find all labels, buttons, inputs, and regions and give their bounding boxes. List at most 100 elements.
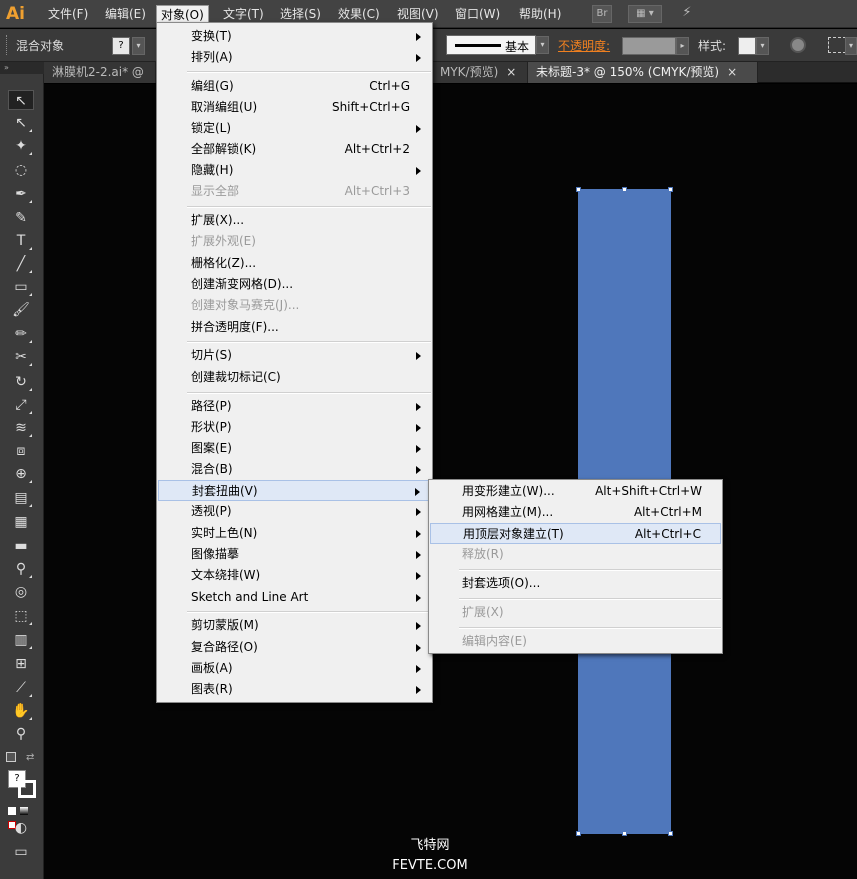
menu-object[interactable]: 对象(O)	[156, 5, 209, 23]
free-transform-tool-icon[interactable]: ⧈	[8, 441, 34, 461]
menu-item-shape[interactable]: 形状(P)	[158, 417, 431, 438]
gpu-performance-icon[interactable]: ⚡	[676, 5, 698, 23]
selection-handle[interactable]	[622, 831, 627, 836]
direct-selection-tool-icon[interactable]: ↖	[8, 113, 34, 133]
menu-item-transform[interactable]: 变换(T)	[158, 26, 431, 47]
menu-file[interactable]: 文件(F)	[44, 5, 92, 23]
recolor-artwork-icon[interactable]	[790, 37, 806, 53]
line-tool-icon[interactable]: ╱	[8, 254, 34, 274]
perspective-grid-tool-icon[interactable]: ▤	[8, 488, 34, 508]
selection-handle[interactable]	[576, 831, 581, 836]
menu-item-image-trace[interactable]: 图像描摹	[158, 544, 431, 565]
pencil-tool-icon[interactable]: ✏	[8, 324, 34, 344]
style-swatch[interactable]	[738, 37, 756, 55]
menu-type[interactable]: 文字(T)	[219, 5, 268, 23]
menu-item-envelope-distort[interactable]: 封套扭曲(V)	[158, 480, 431, 501]
rectangle-tool-icon[interactable]: ▭	[8, 277, 34, 297]
arrange-documents-icon[interactable]: ▦ ▾	[628, 5, 662, 23]
gradient-tool-icon[interactable]: ▬	[8, 536, 34, 556]
menu-select[interactable]: 选择(S)	[276, 5, 325, 23]
tab-document-1[interactable]: 淋膜机2-2.ai* @	[44, 62, 156, 83]
close-icon[interactable]: ×	[727, 65, 737, 79]
fill-dropdown-icon[interactable]: ▾	[132, 37, 145, 55]
style-dropdown-icon[interactable]: ▾	[756, 37, 769, 55]
menu-item-arrange[interactable]: 排列(A)	[158, 47, 431, 68]
menu-item-hide[interactable]: 隐藏(H)	[158, 160, 431, 181]
menu-view[interactable]: 视图(V)	[393, 5, 443, 23]
curvature-tool-icon[interactable]: ✎	[8, 208, 34, 228]
selection-handle[interactable]	[576, 187, 581, 192]
slice-tool-icon[interactable]: ⟋	[8, 678, 34, 698]
screen-mode-icon[interactable]: ▭	[8, 842, 34, 862]
menu-window[interactable]: 窗口(W)	[451, 5, 504, 23]
menu-item-ungroup[interactable]: 取消编组(U) Shift+Ctrl+G	[158, 97, 431, 118]
menu-item-live-paint[interactable]: 实时上色(N)	[158, 523, 431, 544]
stroke-profile-select[interactable]: 基本	[446, 35, 536, 55]
color-mode-icon[interactable]	[8, 807, 16, 815]
menu-item-path[interactable]: 路径(P)	[158, 396, 431, 417]
menu-help[interactable]: 帮助(H)	[515, 5, 565, 23]
menu-item-envelope-options[interactable]: 封套选项(O)...	[430, 573, 721, 594]
menu-item-clipping-mask[interactable]: 剪切蒙版(M)	[158, 615, 431, 636]
symbol-sprayer-tool-icon[interactable]: ⬚	[8, 606, 34, 626]
opacity-field[interactable]	[622, 37, 676, 55]
scissors-tool-icon[interactable]: ✂	[8, 347, 34, 367]
type-tool-icon[interactable]: T	[8, 231, 34, 251]
bridge-icon[interactable]: Br	[592, 5, 612, 23]
menu-item-graph[interactable]: 图表(R)	[158, 679, 431, 700]
zoom-tool-icon[interactable]: ⚲	[8, 724, 34, 744]
menu-item-unlock-all[interactable]: 全部解锁(K) Alt+Ctrl+2	[158, 139, 431, 160]
column-graph-tool-icon[interactable]: ▥	[8, 630, 34, 650]
menu-item-create-object-mosaic[interactable]: 创建对象马赛克(J)...	[158, 295, 431, 316]
fill-swatch[interactable]: ?	[112, 37, 130, 55]
menu-item-expand[interactable]: 扩展(X)...	[158, 210, 431, 231]
blend-tool-icon[interactable]: ◎	[8, 582, 34, 602]
swap-colors-icon[interactable]: ⇄	[26, 752, 34, 763]
menu-item-group[interactable]: 编组(G) Ctrl+G	[158, 76, 431, 97]
selection-tool-icon[interactable]: ↖	[8, 90, 34, 110]
close-icon[interactable]: ×	[506, 65, 516, 79]
scale-tool-icon[interactable]: ⤢	[8, 395, 34, 415]
opacity-label[interactable]: 不透明度:	[558, 37, 610, 54]
menu-item-blend[interactable]: 混合(B)	[158, 459, 431, 480]
menu-item-create-trim-marks[interactable]: 创建裁切标记(C)	[158, 367, 431, 388]
align-dropdown-icon[interactable]: ▾	[845, 37, 857, 55]
menu-item-make-with-mesh[interactable]: 用网格建立(M)... Alt+Ctrl+M	[430, 502, 721, 523]
tools-panel-header[interactable]: »	[0, 62, 44, 74]
menu-item-make-with-warp[interactable]: 用变形建立(W)... Alt+Shift+Ctrl+W	[430, 481, 721, 502]
menu-item-edit-contents[interactable]: 编辑内容(E)	[430, 631, 721, 652]
menu-edit[interactable]: 编辑(E)	[101, 5, 150, 23]
width-tool-icon[interactable]: ≋	[8, 418, 34, 438]
menu-item-make-with-top-object[interactable]: 用顶层对象建立(T) Alt+Ctrl+C	[430, 523, 721, 544]
stroke-profile-dropdown-icon[interactable]: ▾	[536, 36, 549, 54]
menu-item-perspective[interactable]: 透视(P)	[158, 501, 431, 522]
paintbrush-tool-icon[interactable]: 🖌	[8, 300, 34, 320]
menu-item-create-gradient-mesh[interactable]: 创建渐变网格(D)...	[158, 274, 431, 295]
selection-handle[interactable]	[668, 187, 673, 192]
selection-handle[interactable]	[668, 831, 673, 836]
rotate-tool-icon[interactable]: ↻	[8, 372, 34, 392]
hand-tool-icon[interactable]: ✋	[8, 701, 34, 721]
menu-item-expand-envelope[interactable]: 扩展(X)	[430, 602, 721, 623]
magic-wand-tool-icon[interactable]: ✦	[8, 136, 34, 156]
artboard-tool-icon[interactable]: ⊞	[8, 654, 34, 674]
menu-item-compound-path[interactable]: 复合路径(O)	[158, 637, 431, 658]
menu-item-expand-appearance[interactable]: 扩展外观(E)	[158, 231, 431, 252]
menu-item-show-all[interactable]: 显示全部 Alt+Ctrl+3	[158, 181, 431, 202]
tab-document-2[interactable]: MYK/预览) ×	[432, 62, 528, 83]
draw-mode-icon[interactable]: ◐	[8, 818, 34, 838]
default-colors-icon[interactable]	[6, 752, 16, 762]
menu-item-pattern[interactable]: 图案(E)	[158, 438, 431, 459]
menu-item-sketch-line-art[interactable]: Sketch and Line Art	[158, 587, 431, 608]
stroke-color-swatch[interactable]	[18, 780, 36, 798]
opacity-arrow-icon[interactable]: ▸	[676, 37, 689, 55]
menu-item-release[interactable]: 释放(R)	[430, 544, 721, 565]
shape-builder-tool-icon[interactable]: ⊕	[8, 464, 34, 484]
eyedropper-tool-icon[interactable]: ⚲	[8, 559, 34, 579]
menu-item-artboards[interactable]: 画板(A)	[158, 658, 431, 679]
menu-item-rasterize[interactable]: 栅格化(Z)...	[158, 253, 431, 274]
align-selection-icon[interactable]	[828, 37, 846, 53]
menu-item-flatten-transparency[interactable]: 拼合透明度(F)...	[158, 317, 431, 338]
menu-item-lock[interactable]: 锁定(L)	[158, 118, 431, 139]
gradient-mode-icon[interactable]	[19, 807, 28, 815]
